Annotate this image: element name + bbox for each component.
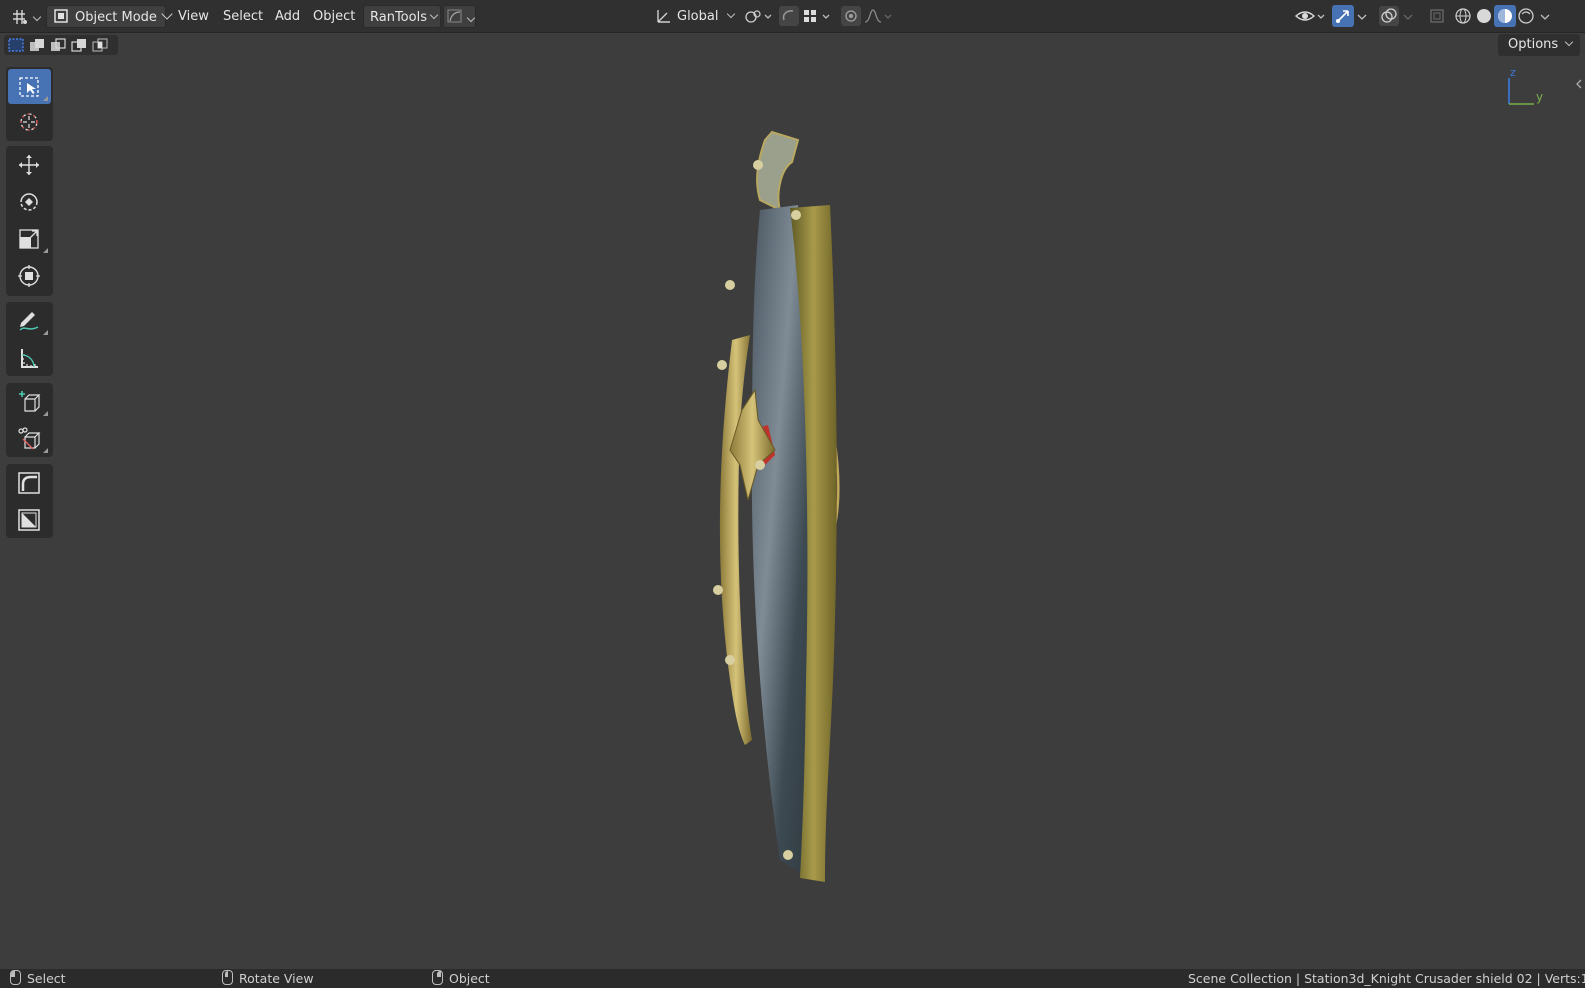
toolbar-group-transform [6,146,53,296]
snap-target-dropdown[interactable] [800,5,832,27]
inset-tool[interactable] [8,502,51,537]
rantools-dropdown[interactable]: RanTools [363,5,441,28]
editor-type-button[interactable] [8,5,42,28]
overlays-dropdown[interactable] [1400,5,1416,27]
editor-type-icon [9,6,31,28]
viewport-header: Object Mode View Select Add Object RanTo… [0,0,1585,33]
object-mode-icon [52,7,70,25]
curve-icon [446,7,464,25]
annotate-tool[interactable] [8,303,51,338]
cursor-icon [20,113,38,131]
rendered-shading-button[interactable] [1515,5,1537,27]
rotate-icon [20,193,38,211]
measure-icon [21,349,38,368]
gizmo-y-label: y [1536,90,1544,104]
measure-tool[interactable] [8,340,51,375]
menu-add[interactable]: Add [269,5,306,28]
toolbar-group-addon [6,464,53,538]
select-box-icon [19,77,39,97]
rotate-tool[interactable] [8,184,51,219]
wireframe-shading-button[interactable] [1452,5,1474,27]
curve-tool-dropdown[interactable] [443,5,476,28]
mouse-right-icon [432,970,443,985]
scene-statistics: Scene Collection | Station3d_Knight Crus… [1188,971,1585,986]
shading-dropdown[interactable] [1537,5,1553,27]
toolbar-group-select [6,67,53,141]
gizmo-z-label: z [1510,66,1516,79]
material-preview-shading-button[interactable] [1494,5,1516,27]
menu-select[interactable]: Select [217,5,269,28]
annotate-icon [19,312,39,331]
move-icon [19,155,39,175]
add-cube-icon [19,391,41,412]
select-subtract-icon[interactable] [49,37,67,53]
rantools-label: RanTools [370,10,427,25]
orientation-icon [654,6,674,26]
snap-toggle[interactable] [778,5,800,27]
cube-cut-tool[interactable] [8,421,51,456]
cursor-tool[interactable] [8,104,51,139]
solid-shading-button[interactable] [1473,5,1495,27]
status-bar: Select Rotate View Object Scene Collecti… [0,969,1585,988]
select-invert-icon[interactable] [70,37,88,53]
transform-tool[interactable] [8,258,51,293]
overlays-toggle[interactable] [1378,5,1400,27]
cube-cut-icon [18,427,41,450]
add-cube-tool[interactable] [8,384,51,419]
select-box-tool[interactable] [8,69,51,104]
sidebar-toggle-icon[interactable] [1574,78,1584,90]
xray-toggle[interactable] [1426,5,1448,27]
shield-3d-model[interactable] [680,120,860,895]
orientation-dropdown[interactable]: Global [652,5,740,28]
select-intersect-icon[interactable] [91,37,109,53]
proportional-edit-toggle[interactable] [840,5,862,27]
options-dropdown[interactable]: Options [1498,34,1580,56]
status-rotate-hint: Rotate View [222,969,314,988]
toolbar-group-annotate [6,302,53,376]
gizmo-dropdown[interactable] [1354,5,1370,27]
visibility-dropdown[interactable] [1294,5,1328,27]
status-select-hint: Select [10,969,66,988]
move-tool[interactable] [8,147,51,182]
selection-mode-group [4,35,118,55]
scale-tool[interactable] [8,221,51,256]
transform-icon [18,265,40,287]
scale-icon [19,229,39,249]
toolbar-group-add [6,383,53,457]
status-object-hint: Object [432,969,490,988]
bevel-icon [18,472,40,494]
mouse-left-icon [10,970,21,985]
mouse-middle-icon [222,970,233,985]
select-extend-icon[interactable] [28,37,46,53]
bevel-tool[interactable] [8,465,51,500]
gizmo-toggle[interactable] [1332,5,1354,27]
inset-icon [18,509,40,531]
mode-dropdown[interactable]: Object Mode [46,5,173,28]
menu-view[interactable]: View [172,5,215,28]
menu-object[interactable]: Object [307,5,361,28]
mode-label: Object Mode [75,10,157,25]
pivot-point-dropdown[interactable] [742,5,772,27]
orientation-label: Global [677,9,719,24]
axis-gizmo[interactable]: z y [1500,66,1560,116]
options-label: Options [1508,37,1559,52]
falloff-dropdown[interactable] [862,5,894,27]
select-new-icon[interactable] [7,37,25,53]
